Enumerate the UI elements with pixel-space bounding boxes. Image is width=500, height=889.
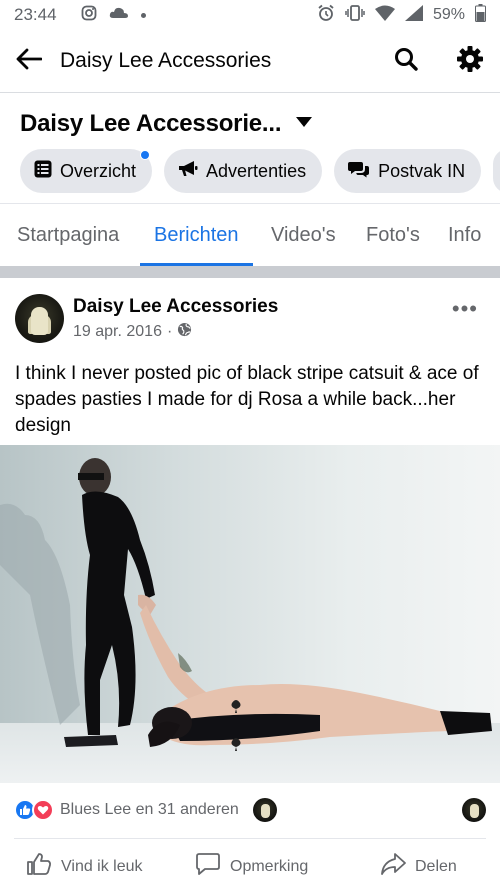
reactions-summary[interactable]: Blues Lee en 31 anderen (14, 790, 486, 830)
tab-berichten[interactable]: Berichten (140, 204, 252, 266)
post-meta: 19 apr. 2016 · (73, 322, 192, 342)
share-label: Delen (415, 857, 457, 875)
share-arrow-icon (380, 852, 406, 881)
status-time: 23:44 (14, 5, 57, 24)
signal-icon (404, 4, 423, 26)
pill-postvak-in[interactable]: Postvak IN (334, 149, 482, 193)
header-divider (0, 92, 500, 93)
pill-more[interactable] (493, 149, 500, 193)
battery-percent: 59% (432, 6, 465, 23)
actions-divider (14, 838, 486, 839)
share-button[interactable]: Delen (380, 852, 457, 881)
status-bar: 23:44 59% (0, 0, 500, 30)
comment-label: Opmerking (230, 857, 309, 875)
like-label: Vind ik leuk (61, 857, 143, 875)
page-name-selector[interactable]: Daisy Lee Accessorie... (20, 110, 313, 138)
tab-startpagina[interactable]: Startpagina (17, 204, 119, 266)
page-name: Daisy Lee Accessorie... (20, 110, 282, 137)
post-actions: Vind ik leuk Opmerking Delen (0, 840, 500, 889)
globe-icon (177, 322, 192, 342)
love-reaction-icon (32, 799, 54, 821)
avatar[interactable] (15, 294, 64, 343)
page-action-pills: Overzicht Advertenties Postvak IN (20, 149, 500, 193)
pill-advertenties[interactable]: Advertenties (164, 149, 323, 193)
pill-label: Overzicht (60, 160, 137, 181)
pill-overzicht[interactable]: Overzicht (20, 149, 153, 193)
search-icon[interactable] (394, 47, 418, 76)
post-author[interactable]: Daisy Lee Accessories (73, 296, 278, 318)
tab-fotos[interactable]: Foto's (366, 204, 420, 266)
meta-separator: · (166, 323, 173, 340)
megaphone-icon (178, 160, 198, 183)
section-separator (0, 266, 500, 278)
notification-badge (140, 150, 151, 160)
pill-label: Postvak IN (378, 160, 466, 181)
tab-info[interactable]: Info (448, 204, 481, 266)
post-date[interactable]: 19 apr. 2016 (73, 323, 162, 341)
tab-videos[interactable]: Video's (271, 204, 336, 266)
alarm-icon (317, 4, 335, 27)
instagram-icon (81, 5, 97, 26)
comment-button[interactable]: Opmerking (195, 852, 308, 881)
vibrate-icon (345, 4, 365, 27)
cloud-icon (109, 6, 129, 25)
wifi-icon (374, 5, 395, 26)
notification-dot-icon (140, 12, 146, 18)
avatar[interactable] (462, 798, 486, 822)
post-photo[interactable] (0, 445, 500, 783)
like-button[interactable]: Vind ik leuk (26, 852, 143, 881)
chat-bubbles-icon (348, 160, 370, 183)
list-icon (34, 160, 52, 183)
thumbs-up-icon (26, 852, 52, 881)
comment-icon (195, 852, 221, 881)
reactions-text: Blues Lee en 31 anderen (60, 801, 239, 818)
pill-label: Advertenties (206, 160, 307, 181)
back-arrow-icon[interactable] (16, 48, 43, 75)
reaction-icons (14, 799, 54, 821)
post-text: I think I never posted pic of black stri… (15, 363, 479, 436)
caret-down-icon[interactable] (295, 115, 313, 133)
gear-icon[interactable] (456, 45, 484, 78)
battery-icon (475, 3, 486, 27)
avatar (252, 798, 277, 822)
page-tabs: Startpagina Berichten Video's Foto's Inf… (0, 204, 500, 266)
more-options-icon[interactable]: ••• (452, 296, 478, 322)
post-header: Daisy Lee Accessories 19 apr. 2016 · ••• (0, 278, 500, 352)
header-title: Daisy Lee Accessories (60, 49, 272, 72)
top-app-bar: Daisy Lee Accessories (0, 30, 500, 92)
